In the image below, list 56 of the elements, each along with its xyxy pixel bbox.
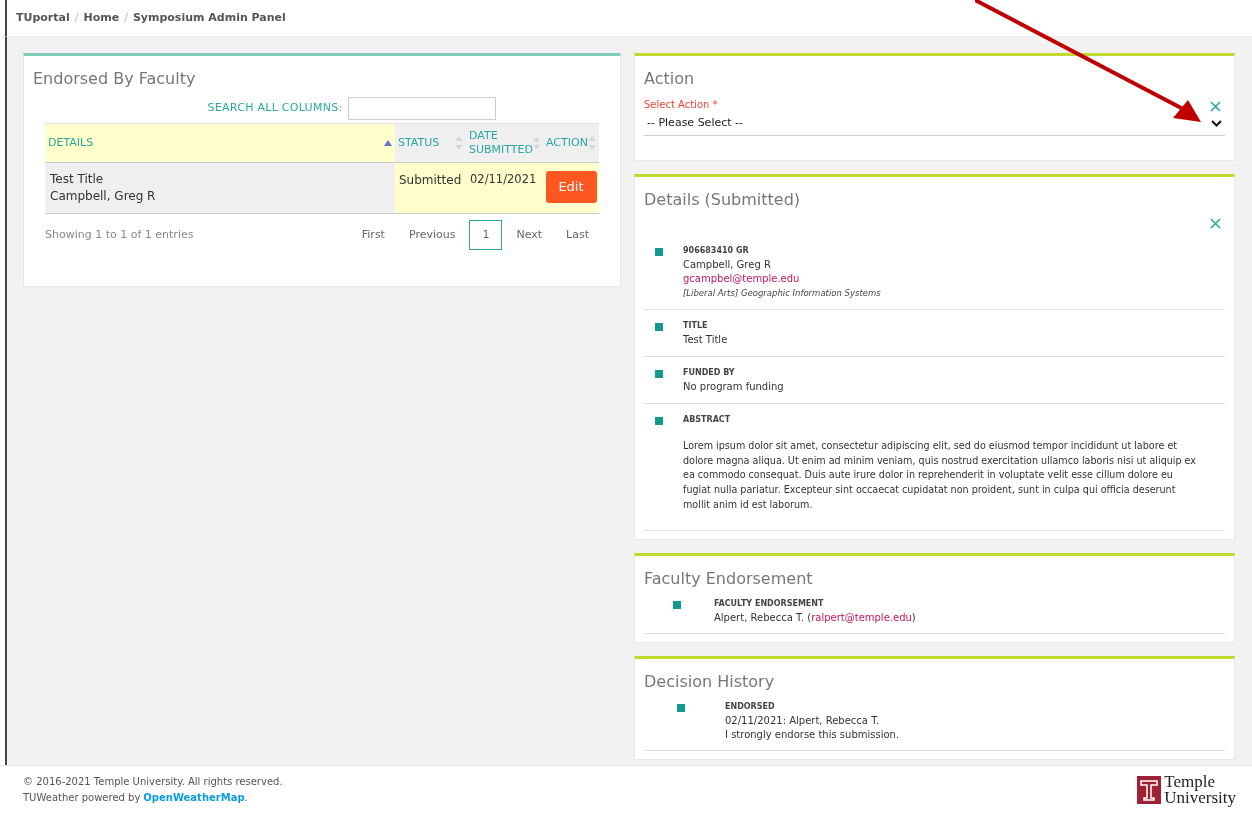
item-value: Campbell, Greg R	[683, 258, 772, 272]
table-cell: Test Title Campbell, Greg R	[45, 163, 395, 213]
logo-text: Temple	[1164, 773, 1215, 790]
item-value: Test Title	[683, 333, 729, 347]
pagination-link[interactable]: Next	[506, 220, 553, 250]
closing-parenthesis: )	[911, 610, 916, 625]
search-field[interactable]	[348, 97, 497, 120]
breadcrumb-separator: /	[74, 9, 79, 26]
pagination-link[interactable]: Last	[556, 220, 599, 250]
panel-title: Faculty Endorsement	[644, 567, 814, 590]
table-cell: Submitted	[395, 163, 466, 213]
field-label: Select Action *	[644, 98, 718, 112]
panel-title: Decision History	[644, 670, 776, 693]
close-icon[interactable]	[1210, 218, 1221, 229]
item-label: FACULTY ENDORSEMENT	[714, 597, 825, 610]
item-label: TITLE	[683, 320, 709, 332]
weather-link[interactable]: OpenWeatherMap	[143, 789, 245, 806]
copyright-text: © 2016-2021 Temple University. All rights reserved.	[23, 774, 283, 789]
item-label: ENDORSED	[725, 700, 776, 713]
email-link[interactable]: gcampbel@temple.edu	[683, 273, 800, 284]
bullet-icon	[655, 248, 663, 256]
item-value: No program funding	[683, 380, 785, 394]
breadcrumb-link[interactable]: Home	[83, 9, 120, 27]
panel-title: Details (Submitted)	[644, 189, 802, 211]
pagination-link[interactable]: First	[351, 220, 395, 250]
search-label: SEARCH ALL COLUMNS:	[207, 100, 343, 117]
university-logo-icon	[1137, 775, 1162, 804]
abstract-text: Lorem ipsum dolor sit amet, consectetur adipiscing elit, sed do eiusmod tempor incididunt ut labore et dolore magna aliqua. Ut enim ad minim veniam, quis nostrud exercitation ullamco laboris nisi ut aliquip ex ea commodo consequat. Duis aute irure dolor in reprehenderit in voluptate velit esse cillum dolore eu fugiat nulla pariatur. Excepteur sint occaecat cupidatat non proident, sunt in culpa qui officia deserunt mollit anim id est laborum.	[683, 439, 1197, 512]
chevron-down-icon	[1211, 120, 1222, 127]
bullet-icon	[655, 323, 663, 331]
pagination-link[interactable]: Previous	[398, 220, 466, 250]
edit-button[interactable]: Edit	[545, 171, 597, 203]
history-text: I strongly endorse this submission.	[725, 727, 900, 742]
history-text: 02/11/2021: Alpert, Rebecca T.	[725, 713, 881, 728]
bullet-icon	[655, 417, 663, 425]
bullet-icon	[677, 703, 685, 712]
endorser-name: Alpert, Rebecca T. (	[714, 610, 812, 625]
breadcrumb-link[interactable]: TUportal	[16, 9, 70, 27]
bullet-icon	[655, 370, 663, 378]
breadcrumb-link[interactable]: Symposium Admin Panel	[132, 9, 286, 27]
logo-text: University	[1164, 789, 1236, 806]
period-text: .	[244, 790, 248, 805]
weather-text: TUWeather powered by	[23, 790, 141, 805]
entries-info: Showing 1 to 1 of 1 entries	[45, 226, 194, 243]
email-link[interactable]: ralpert@temple.edu	[811, 610, 912, 625]
page-button[interactable]: 1	[469, 220, 503, 250]
department-text: [Liberal Arts] Geographic Information Systems	[683, 287, 882, 300]
panel-title: Endorsed By Faculty	[33, 68, 197, 90]
table-cell: 02/11/2021	[466, 163, 543, 213]
breadcrumb-separator: /	[124, 9, 128, 26]
item-label: 906683410 GR	[683, 245, 750, 257]
close-icon[interactable]	[1210, 101, 1221, 112]
item-label: ABSTRACT	[683, 414, 732, 426]
panel-title: Action	[644, 68, 696, 90]
bullet-icon	[673, 600, 681, 609]
item-label: FUNDED BY	[683, 367, 736, 379]
